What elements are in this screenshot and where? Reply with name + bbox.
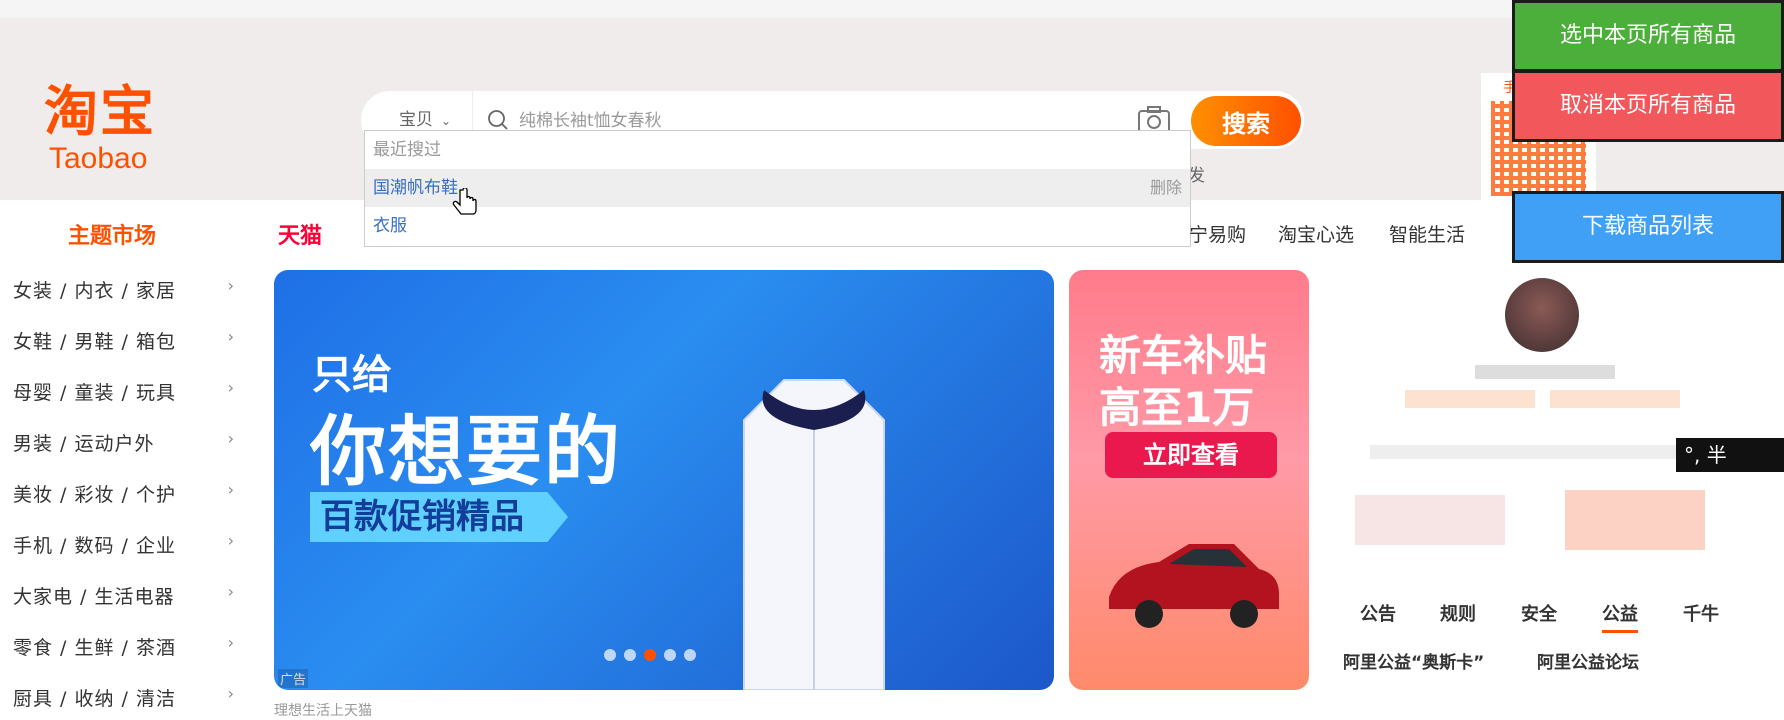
banner-headline: 你想要的: [310, 407, 622, 496]
banner-tagline: 百款促销精品: [310, 492, 568, 542]
chevron-right-icon: ›: [227, 276, 235, 295]
search-button[interactable]: 搜索: [1191, 96, 1301, 146]
promo-blurred: [1355, 495, 1505, 545]
side-ad-banner[interactable]: 新车补贴 高至1万 立即查看: [1069, 270, 1309, 690]
carousel-dot[interactable]: [684, 649, 696, 661]
category-item[interactable]: 厨具 / 收纳 / 清洁 ›: [13, 684, 243, 714]
car-image: [1109, 544, 1279, 628]
logo-en: Taobao: [49, 142, 148, 175]
chevron-down-icon: ⌄: [441, 114, 452, 128]
avatar[interactable]: [1505, 278, 1579, 352]
notice-link[interactable]: 阿里公益“奥斯卡”: [1343, 648, 1484, 673]
chevron-right-icon: ›: [227, 684, 235, 703]
chevron-right-icon: ›: [227, 582, 235, 601]
chevron-right-icon: ›: [227, 480, 235, 499]
category-item[interactable]: 母婴 / 童装 / 玩具 ›: [13, 378, 243, 408]
chevron-right-icon: ›: [227, 378, 235, 397]
carousel-dot[interactable]: [604, 649, 616, 661]
nav-item[interactable]: 宁易购: [1189, 220, 1246, 247]
search-icon: [488, 110, 508, 130]
tmall-strip-text: 理想生活上天猫: [274, 703, 372, 719]
category-item[interactable]: 女鞋 / 男鞋 / 箱包 ›: [13, 327, 243, 357]
category-item[interactable]: 大家电 / 生活电器 ›: [13, 582, 243, 612]
tmall-strip: 理想生活上天猫: [274, 700, 1524, 719]
promo-image-blurred: [1565, 490, 1705, 550]
nav-tmall[interactable]: 天猫: [278, 218, 322, 250]
badge-blurred: [1550, 390, 1680, 408]
tab-rules[interactable]: 规则: [1440, 600, 1476, 626]
notice-tabs: 公告 规则 安全 公益 千牛: [1360, 600, 1740, 633]
tab-qianniu[interactable]: 千牛: [1683, 600, 1719, 626]
tab-notice[interactable]: 公告: [1360, 600, 1396, 626]
history-item-label: 国潮帆布鞋: [373, 178, 458, 198]
username-blurred: [1475, 365, 1615, 379]
search-type-label: 宝贝: [399, 110, 433, 130]
chevron-right-icon: ›: [227, 327, 235, 346]
nav-theme-market: 主题市场: [68, 224, 157, 249]
tab-security[interactable]: 安全: [1521, 600, 1557, 626]
carousel-dot[interactable]: [664, 649, 676, 661]
category-item[interactable]: 零食 / 生鲜 / 茶酒 ›: [13, 633, 243, 663]
dropdown-header: 最近搜过: [373, 140, 441, 160]
select-all-button[interactable]: 选中本页所有商品: [1512, 0, 1784, 72]
main-banner[interactable]: 只给 你想要的 百款促销精品 广告: [274, 270, 1054, 690]
taobao-logo[interactable]: 淘宝 Taobao: [44, 82, 194, 178]
carousel-dot-active[interactable]: [644, 649, 656, 661]
badge-blurred: [1405, 390, 1535, 408]
ad2-view-button[interactable]: 立即查看: [1105, 432, 1277, 478]
chevron-right-icon: ›: [227, 633, 235, 652]
deselect-all-button[interactable]: 取消本页所有商品: [1512, 70, 1784, 142]
nav-item[interactable]: 智能生活: [1389, 220, 1465, 247]
ad2-line1: 新车补贴: [1099, 331, 1268, 380]
category-item[interactable]: 美妆 / 彩妆 / 个护 ›: [13, 480, 243, 510]
carousel-dot[interactable]: [624, 649, 636, 661]
member-panel: [1325, 270, 1765, 570]
ad2-headline: 新车补贴 高至1万: [1099, 330, 1267, 434]
category-item[interactable]: 男装 / 运动户外 ›: [13, 429, 243, 459]
stats-blurred: [1370, 445, 1690, 459]
category-item[interactable]: 手机 / 数码 / 企业 ›: [13, 531, 243, 561]
chevron-right-icon: ›: [227, 429, 235, 448]
ime-overlay: °, 半: [1676, 438, 1784, 472]
ad-label: 广告: [278, 669, 309, 688]
ad2-line2: 高至1万: [1099, 383, 1255, 432]
logo-cn: 淘宝: [44, 80, 156, 143]
carousel-indicators: [604, 649, 696, 661]
tab-charity[interactable]: 公益: [1602, 600, 1638, 633]
main-nav: 主题市场 天猫 宁易购 淘宝心选 智能生活: [0, 200, 1784, 255]
nav-item[interactable]: 淘宝心选: [1278, 220, 1354, 247]
category-item[interactable]: 女装 / 内衣 / 家居 ›: [13, 276, 243, 306]
chevron-right-icon: ›: [227, 531, 235, 550]
coat-image: [743, 379, 885, 690]
notice-link[interactable]: 阿里公益论坛: [1537, 648, 1639, 673]
